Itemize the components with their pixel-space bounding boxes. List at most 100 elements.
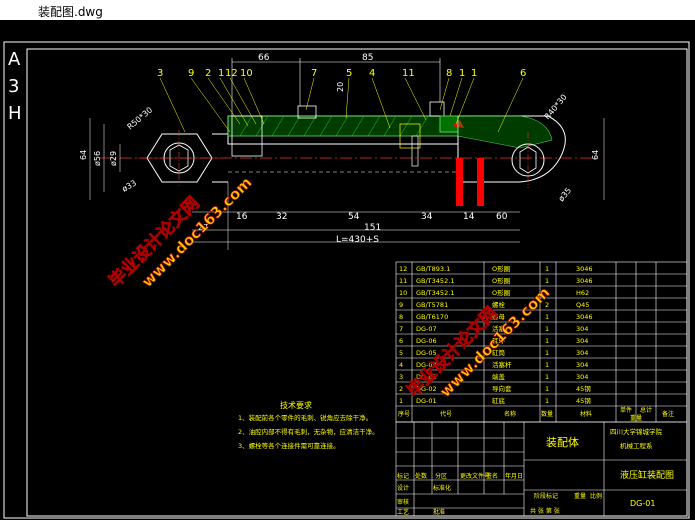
parts-cell-mat: 3046 [576, 265, 593, 273]
balloon-1b: 1 [459, 68, 465, 79]
mark-label-2: 分区 [435, 472, 447, 480]
role-process: 工艺 [397, 508, 409, 516]
seal-red-2 [477, 158, 484, 206]
parts-cell-qty: 1 [545, 277, 549, 285]
mark-label-4: 签名 [486, 472, 498, 480]
window-title: 装配图.dwg [38, 5, 103, 19]
balloon-9: 9 [188, 68, 194, 79]
balloon-1a: 1 [218, 68, 224, 79]
role-standard: 标准化 [433, 484, 451, 492]
header-weight-single: 单件 [620, 406, 632, 414]
school-name: 四川大学锦城学院 [610, 427, 663, 436]
parts-cell-name: 活塞杆 [492, 360, 512, 369]
dim-34: 34 [421, 212, 433, 222]
tech-req-item-3: 3、螺栓等各个连接件需可靠连接。 [238, 441, 340, 450]
weight-label: 重量 [574, 492, 586, 500]
parts-cell-qty: 1 [545, 337, 549, 345]
format-letter-h: H [8, 103, 22, 124]
role-review: 审核 [397, 498, 409, 506]
parts-cell-mat: 304 [576, 373, 588, 381]
mark-label-0: 标记 [397, 472, 409, 480]
format-letter-3: 3 [8, 76, 19, 97]
mark-label-5: 年月日 [505, 472, 523, 480]
window-titlebar: 装配图.dwg [0, 0, 695, 20]
dim-56: ø56 [93, 151, 102, 166]
parts-cell-no: 2 [399, 385, 403, 393]
header-name: 名称 [504, 410, 516, 418]
parts-cell-code: GB/T893.1 [416, 265, 450, 273]
parts-cell-mat: H62 [576, 289, 589, 297]
dim-16: 16 [236, 212, 248, 222]
parts-cell-code: GB/T5781 [416, 301, 448, 309]
parts-cell-qty: 1 [545, 265, 549, 273]
drawing-name: 装配体 [546, 435, 579, 449]
parts-cell-name: O形圈 [492, 289, 510, 297]
header-remark: 备注 [662, 410, 674, 418]
drawing-title: 液压缸装配图 [620, 469, 674, 481]
parts-cell-no: 9 [399, 301, 403, 309]
dim-60: 60 [496, 212, 508, 222]
role-design: 设计 [397, 484, 409, 492]
stage-label: 阶段标记 [534, 492, 558, 500]
parts-cell-no: 11 [399, 277, 407, 285]
parts-cell-mat: 3046 [576, 313, 593, 321]
parts-cell-name: O形圈 [492, 277, 510, 285]
balloon-3: 3 [157, 68, 163, 79]
balloon-7: 7 [311, 68, 317, 79]
parts-cell-name: 缸底 [492, 396, 506, 405]
mark-label-1: 处数 [415, 472, 427, 480]
balloon-6: 6 [520, 68, 526, 79]
parts-cell-code: DG-05 [416, 349, 437, 357]
parts-cell-qty: 1 [545, 373, 549, 381]
parts-cell-no: 8 [399, 313, 403, 321]
parts-cell-no: 10 [399, 289, 407, 297]
parts-cell-no: 1 [399, 397, 403, 405]
dim-29: ø29 [109, 151, 118, 166]
dim-151: 151 [364, 223, 381, 233]
dim-64-right: 64 [591, 150, 600, 160]
header-qty: 数量 [541, 410, 553, 418]
tech-req-item-1: 1、装配前各个零件的毛刺、锐角应去除干净。 [238, 413, 372, 422]
dim-32: 32 [276, 212, 287, 222]
tech-req-item-2: 2、油腔内部不得有毛刺，无杂物，应清洁干净。 [238, 427, 379, 436]
format-letter-a: A [8, 49, 21, 70]
dim-85: 85 [362, 53, 373, 63]
parts-cell-name: 螺栓 [492, 300, 506, 309]
dim-54: 54 [348, 212, 360, 222]
dim-20: 20 [336, 82, 345, 92]
parts-cell-mat: 304 [576, 361, 588, 369]
header-no: 序号 [398, 410, 410, 418]
parts-cell-mat: 45钢 [576, 385, 591, 393]
parts-cell-qty: 1 [545, 397, 549, 405]
parts-cell-qty: 1 [545, 313, 549, 321]
parts-cell-qty: 1 [545, 385, 549, 393]
parts-cell-code: DG-07 [416, 325, 437, 333]
parts-cell-code: GB/T3452.1 [416, 277, 454, 285]
parts-cell-no: 6 [399, 337, 403, 345]
parts-cell-code: GB/T3452.1 [416, 289, 454, 297]
balloon-10: 10 [240, 68, 253, 79]
parts-cell-mat: 304 [576, 337, 588, 345]
role-approve: 批准 [433, 508, 445, 516]
parts-cell-mat: 304 [576, 349, 588, 357]
parts-cell-qty: 1 [545, 325, 549, 333]
header-weight-label: 重量 [630, 414, 642, 422]
parts-cell-no: 5 [399, 349, 403, 357]
drawing-canvas[interactable]: A 3 H 66 85 20 3 9 2 1 12 10 7 5 4 11 8 … [0, 20, 695, 520]
drawing-code: DG-01 [630, 499, 655, 508]
parts-cell-code: DG-06 [416, 337, 437, 345]
parts-cell-name: 端盖 [492, 372, 506, 381]
seal-red-1 [456, 158, 463, 206]
balloon-11: 11 [402, 68, 415, 79]
header-code: 代号 [440, 410, 452, 418]
parts-cell-no: 12 [399, 265, 407, 273]
dept-name: 机械工程系 [620, 441, 653, 450]
parts-cell-mat: Q45 [576, 301, 589, 309]
parts-cell-qty: 1 [545, 361, 549, 369]
parts-cell-mat: 45钢 [576, 397, 591, 405]
parts-cell-code: GB/T6170 [416, 313, 448, 321]
parts-cell-no: 7 [399, 325, 403, 333]
dim-66: 66 [258, 53, 270, 63]
dim-64-left: 64 [79, 150, 88, 160]
balloon-12: 12 [225, 68, 238, 79]
